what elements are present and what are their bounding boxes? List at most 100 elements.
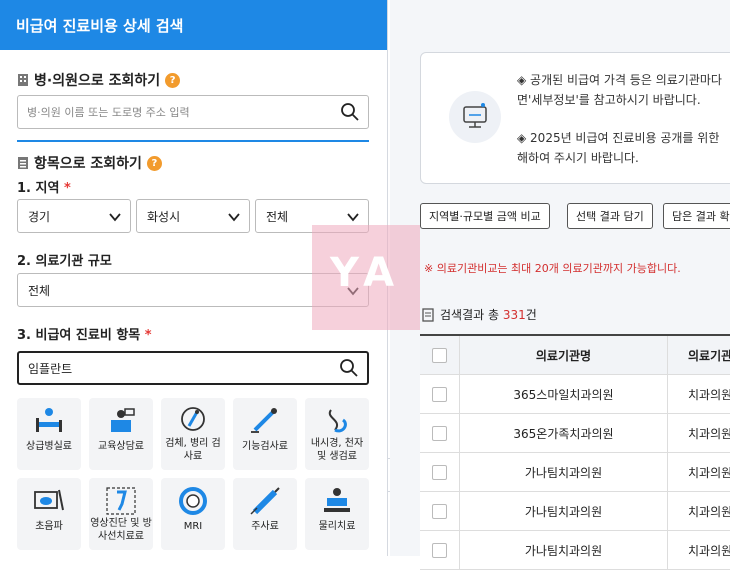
cell-name[interactable]: 가나팀치과의원	[460, 492, 668, 530]
notice-line: ◈ 공개된 비급여 가격 등은 의료기관마다	[517, 73, 722, 87]
notice-line: ◈ 2025년 비급여 진료비용 공개를 위한	[517, 131, 720, 145]
row-checkbox[interactable]	[432, 425, 447, 441]
item-label-text: 3. 비급여 진료비 항목	[17, 328, 141, 343]
item-search-title: 항목으로 조회하기 ?	[17, 153, 162, 173]
help-icon[interactable]: ?	[146, 155, 162, 171]
watermark-text: YA	[330, 250, 403, 296]
category-endoscopy[interactable]: 내시경, 천자 및 생검료	[305, 398, 369, 470]
result-summary: 검색결과 총 331건	[422, 306, 537, 323]
table-header-row: 의료기관명 의료기관구	[420, 336, 730, 375]
result-count: 331	[502, 308, 526, 322]
chevron-down-icon	[228, 213, 240, 222]
add-selected-button[interactable]: 선택 결과 담기	[567, 203, 653, 229]
cell-name[interactable]: 365온가족치과의원	[460, 414, 668, 452]
document-icon	[422, 307, 434, 322]
item-search-label: 항목으로 조회하기	[34, 156, 142, 172]
region-label: 1. 지역 *	[17, 177, 71, 196]
cell-type: 치과의원	[688, 465, 730, 480]
item-query: 임플란트	[28, 361, 73, 376]
select-all-checkbox[interactable]	[432, 347, 447, 363]
column-header-type[interactable]: 의료기관구	[668, 336, 730, 374]
hospital-search-placeholder: 병·의원 이름 또는 도로명 주소 입력	[27, 106, 190, 119]
panel-title: 비급여 진료비용 상세 검색	[16, 16, 184, 35]
view-saved-button[interactable]: 담은 결과 확	[663, 203, 730, 229]
city-value: 화성시	[147, 209, 181, 224]
row-checkbox[interactable]	[432, 386, 447, 402]
notice-line: 해하여 주시기 바랍니다.	[517, 151, 639, 165]
category-label: 상급병실료	[26, 441, 72, 452]
category-label: MRI	[183, 521, 203, 532]
compare-region-button[interactable]: 지역별·규모별 금액 비교	[420, 203, 550, 229]
notice-monitor-icon	[449, 91, 501, 143]
cell-name[interactable]: 가나팀치과의원	[460, 453, 668, 491]
required-mark: *	[63, 181, 71, 196]
panel-header: 비급여 진료비용 상세 검색	[0, 0, 387, 50]
cell-type: 치과의원	[688, 387, 730, 402]
category-hospital-room[interactable]: 상급병실료	[17, 398, 81, 470]
result-table: 의료기관명 의료기관구 365스마일치과의원 치과의원 365온가족치과의원 치…	[420, 334, 730, 570]
category-mri[interactable]: MRI	[161, 478, 225, 550]
category-label: 주사료	[251, 521, 279, 532]
physical-therapy-icon	[324, 488, 350, 512]
row-checkbox[interactable]	[432, 503, 447, 519]
microscope-icon	[181, 407, 205, 431]
search-icon[interactable]	[340, 102, 360, 122]
cell-name[interactable]: 365스마일치과의원	[460, 375, 668, 413]
category-label: 내시경, 천자 및 생검료	[310, 438, 364, 462]
result-prefix: 검색결과 총	[440, 308, 503, 322]
item-search-input[interactable]: 임플란트	[17, 351, 369, 385]
chevron-down-icon	[347, 213, 359, 222]
scale-value: 전체	[28, 283, 51, 298]
table-row[interactable]: 가나팀치과의원 치과의원	[420, 453, 730, 492]
category-injection[interactable]: 주사료	[233, 478, 297, 550]
table-row[interactable]: 가나팀치과의원 치과의원	[420, 531, 730, 570]
category-label: 교육상담료	[98, 441, 144, 452]
scale-label: 2. 의료기관 규모	[17, 254, 112, 269]
search-icon[interactable]	[339, 358, 359, 378]
city-select[interactable]: 화성시	[136, 199, 250, 233]
column-header-name[interactable]: 의료기관명	[460, 336, 668, 374]
category-radiology[interactable]: 영상진단 및 방사선치료료	[89, 478, 153, 550]
hospital-search-input[interactable]: 병·의원 이름 또는 도로명 주소 입력	[17, 95, 369, 129]
row-checkbox[interactable]	[432, 542, 447, 558]
cell-type: 치과의원	[688, 543, 730, 558]
category-physical-therapy[interactable]: 물리치료	[305, 478, 369, 550]
comparison-limit-warning: ※ 의료기관비교는 최대 20개 의료기관까지 가능합니다.	[424, 262, 681, 275]
divider	[17, 140, 369, 142]
region-label-text: 1. 지역	[17, 181, 60, 196]
result-panel: ◈ 공개된 비급여 가격 등은 의료기관마다 면'세부정보'를 참고하시기 바랍…	[390, 0, 730, 570]
result-suffix: 건	[525, 308, 537, 322]
hospital-bed-icon	[36, 408, 62, 432]
item-label: 3. 비급여 진료비 항목 *	[17, 324, 152, 343]
mri-icon	[179, 487, 207, 515]
notice-line: 면'세부정보'를 참고하시기 바랍니다.	[517, 93, 701, 107]
category-function-test[interactable]: 기능검사료	[233, 398, 297, 470]
table-row[interactable]: 365온가족치과의원 치과의원	[420, 414, 730, 453]
hospital-search-title: 병·의원으로 조회하기 ?	[17, 70, 181, 90]
category-label: 검체, 병리 검사료	[165, 438, 221, 462]
notice-box: ◈ 공개된 비급여 가격 등은 의료기관마다 면'세부정보'를 참고하시기 바랍…	[420, 52, 730, 184]
function-test-icon	[251, 408, 277, 433]
table-row[interactable]: 가나팀치과의원 치과의원	[420, 492, 730, 531]
category-label: 기능검사료	[242, 441, 288, 452]
hospital-search-label: 병·의원으로 조회하기	[34, 73, 161, 89]
category-pathology[interactable]: 검체, 병리 검사료	[161, 398, 225, 470]
endoscope-icon	[328, 409, 347, 433]
category-ultrasound[interactable]: 초음파	[17, 478, 81, 550]
province-select[interactable]: 경기	[17, 199, 131, 233]
district-value: 전체	[266, 209, 289, 224]
table-row[interactable]: 365스마일치과의원 치과의원	[420, 375, 730, 414]
category-counseling[interactable]: 교육상담료	[89, 398, 153, 470]
list-icon	[18, 157, 28, 169]
xray-icon	[106, 487, 136, 515]
required-mark: *	[144, 328, 152, 343]
row-checkbox[interactable]	[432, 464, 447, 480]
category-label: 물리치료	[318, 521, 356, 532]
cell-name[interactable]: 가나팀치과의원	[460, 531, 668, 569]
category-label: 초음파	[35, 521, 63, 532]
syringe-icon	[250, 487, 280, 515]
help-icon[interactable]: ?	[165, 72, 181, 88]
chevron-down-icon	[109, 213, 121, 222]
cell-type: 치과의원	[688, 426, 730, 441]
ultrasound-icon	[34, 489, 64, 511]
